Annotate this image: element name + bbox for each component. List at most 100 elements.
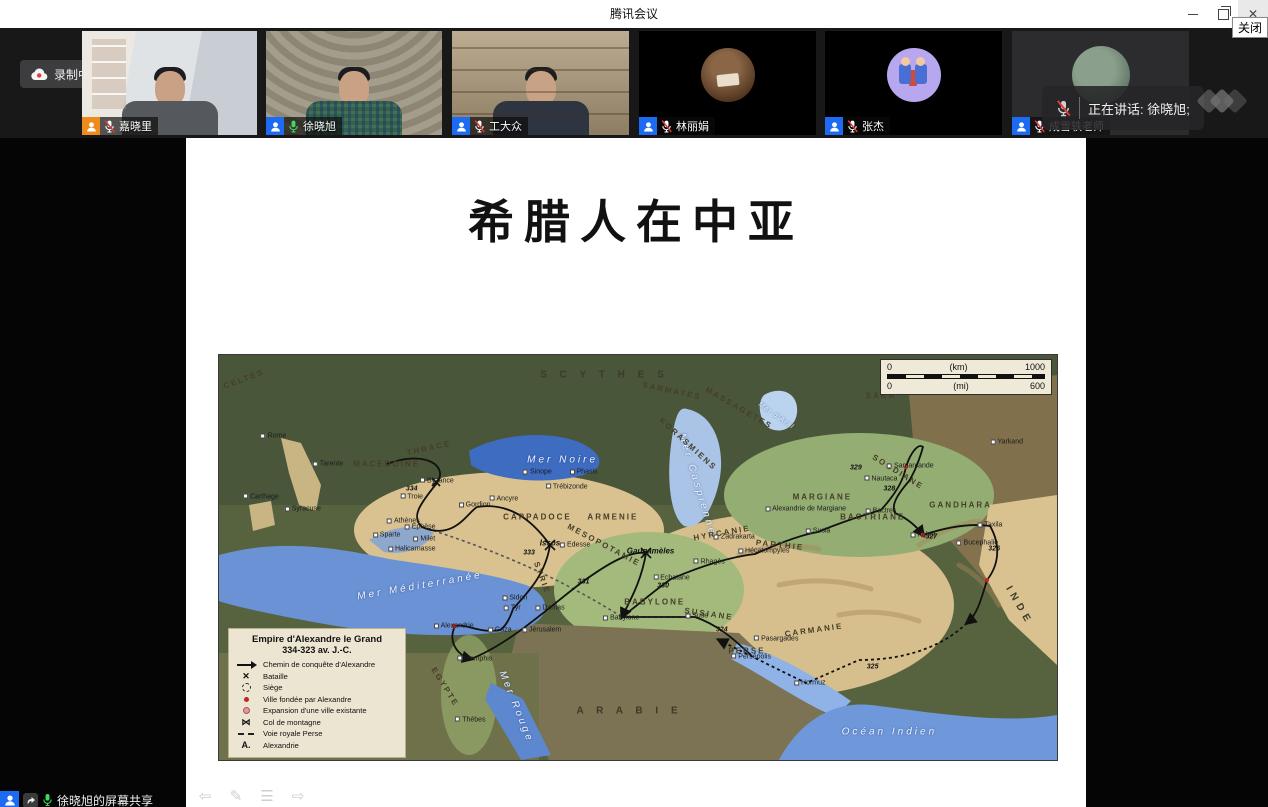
map-label: Samarcande bbox=[887, 463, 934, 470]
mic-muted-icon bbox=[104, 120, 115, 133]
map-label: Gaugamèles bbox=[627, 547, 675, 556]
close-tooltip: 关闭 bbox=[1232, 17, 1268, 38]
participant-name: 林丽娟 bbox=[676, 118, 709, 134]
window-title: 腾讯会议 bbox=[0, 0, 1268, 28]
avatar bbox=[701, 48, 755, 102]
map-label: CELTES bbox=[222, 368, 265, 391]
titlebar: 腾讯会议 ✕ 关闭 bbox=[0, 0, 1268, 29]
participant-role-icon bbox=[266, 117, 284, 135]
legend-item: Chemin de conquête d'Alexandre bbox=[235, 659, 399, 671]
screen-share-label: 徐晓旭的屏幕共享 bbox=[57, 792, 153, 807]
map-label: Taxila bbox=[978, 522, 1003, 529]
minimize-button[interactable] bbox=[1178, 0, 1208, 28]
pen-icon[interactable]: ✎ bbox=[227, 787, 245, 805]
speaking-toast: 正在讲话: 徐晓旭; bbox=[1042, 86, 1204, 130]
map-scale: 0 (km) 1000 0 (mi) 600 bbox=[880, 359, 1052, 395]
map-label: MARGIANE bbox=[793, 492, 853, 501]
scale-km-end: 1000 bbox=[1025, 362, 1045, 372]
restore-icon bbox=[1218, 9, 1229, 20]
map-label: Troie bbox=[400, 493, 423, 500]
participant-tile-1[interactable]: 嘉晓里 bbox=[82, 31, 257, 135]
map-label: ARMENIE bbox=[587, 513, 638, 522]
map-label: A R A B I E bbox=[577, 706, 683, 717]
menu-icon[interactable]: ☰ bbox=[258, 787, 276, 805]
map-label: Damas bbox=[535, 605, 564, 612]
map-label: Mer Noire bbox=[527, 455, 598, 466]
map-label: Babylone bbox=[603, 615, 639, 622]
slide-title: 希腊人在中亚 bbox=[186, 186, 1086, 252]
participant-role-icon bbox=[82, 117, 100, 135]
map-label: Sinope bbox=[523, 469, 552, 476]
map-label: Alexandrie de Margiane bbox=[765, 505, 846, 512]
map-label: Hécatompyles bbox=[738, 548, 789, 555]
participant-tile-5[interactable]: 张杰 bbox=[825, 31, 1002, 135]
map-label: Persépolis bbox=[731, 653, 771, 660]
map-label: 325 bbox=[867, 663, 879, 670]
map-label: Yarkand bbox=[990, 439, 1023, 446]
map-label: Tarente bbox=[313, 461, 343, 468]
map-label: Susia bbox=[806, 528, 831, 535]
map-label: Alexandrie bbox=[434, 623, 474, 630]
map-label: 331 bbox=[578, 578, 590, 585]
participant-name: 工大众 bbox=[489, 118, 522, 134]
screen-share-bar[interactable]: 徐晓旭的屏幕共享 bbox=[0, 789, 153, 807]
map-label: Ecbatane bbox=[653, 574, 690, 581]
map-label: Suse bbox=[685, 613, 708, 620]
map-label: Océan Indien bbox=[842, 726, 938, 737]
map-label: Syracuse bbox=[285, 505, 321, 512]
map-label: 326 bbox=[988, 546, 1000, 553]
participant-tile-4[interactable]: 林丽娟 bbox=[639, 31, 816, 135]
map-label: Ephèse bbox=[405, 524, 436, 531]
map-label: Pasargades bbox=[754, 635, 798, 642]
participant-tile-3[interactable]: 工大众 bbox=[452, 31, 629, 135]
map-label: Mer Rouge bbox=[497, 670, 536, 745]
legend-item: ✕Bataille bbox=[235, 671, 399, 683]
legend-items: Chemin de conquête d'Alexandre✕BatailleS… bbox=[235, 659, 399, 751]
forward-arrow-icon[interactable]: ⇨ bbox=[289, 787, 307, 805]
legend-item: Siège bbox=[235, 682, 399, 694]
participant-namebar: 徐晓旭 bbox=[266, 117, 342, 135]
map-label: SOGDIANE bbox=[871, 453, 926, 492]
mic-muted-icon bbox=[661, 120, 672, 133]
map-legend: Empire d'Alexandre le Grand 334-323 av. … bbox=[228, 628, 406, 758]
participant-name: 嘉晓里 bbox=[119, 118, 152, 134]
map-label: Gaza bbox=[488, 627, 512, 634]
map-label: Milet bbox=[413, 536, 435, 543]
shared-screen-area: 希腊人在中亚 bbox=[0, 138, 1268, 807]
mic-muted-icon bbox=[1056, 100, 1071, 117]
alexander-empire-map: Mer MéditerranéeMer NoireMer CaspienneMe… bbox=[219, 355, 1057, 760]
map-label: Halicarnasse bbox=[388, 546, 435, 553]
map-label: 327 bbox=[925, 534, 937, 541]
map-label: Hormuz bbox=[794, 680, 826, 687]
map-label: Phasis bbox=[570, 469, 598, 476]
map-label: 329 bbox=[850, 465, 862, 472]
legend-item: Ville fondée par Alexandre bbox=[235, 694, 399, 706]
map-label: Issos bbox=[540, 539, 560, 548]
map-label: 328 bbox=[884, 485, 896, 492]
map-label: Bactres bbox=[866, 507, 897, 514]
recording-cloud-icon bbox=[30, 68, 48, 81]
back-arrow-icon[interactable]: ⇦ bbox=[196, 787, 214, 805]
share-arrow-icon bbox=[23, 793, 38, 807]
map-label: SARMATES bbox=[641, 381, 702, 402]
map-label: INDE bbox=[1004, 584, 1035, 628]
mic-muted-icon bbox=[474, 120, 485, 133]
map-label: 324 bbox=[716, 627, 728, 634]
map-label: BABYLONE bbox=[624, 598, 685, 607]
participant-tile-2[interactable]: 徐晓旭 bbox=[266, 31, 442, 135]
participant-name: 徐晓旭 bbox=[303, 118, 336, 134]
participant-namebar: 嘉晓里 bbox=[82, 117, 158, 135]
map-label: Sparte bbox=[373, 532, 401, 539]
mic-on-icon bbox=[42, 793, 53, 807]
scale-km-start: 0 bbox=[887, 362, 892, 372]
map-label: S C Y T H E S bbox=[540, 370, 669, 381]
map-label: Trébizonde bbox=[546, 483, 588, 490]
video-strip: 录制中 嘉晓里 bbox=[0, 28, 1268, 138]
participant-role-icon bbox=[825, 117, 843, 135]
map-label: Nautaca bbox=[864, 475, 897, 482]
mic-muted-icon bbox=[847, 120, 858, 133]
map-label: MACEDOINE bbox=[353, 460, 420, 469]
scale-mi-start: 0 bbox=[887, 381, 892, 391]
map-label: Gordion bbox=[459, 501, 491, 508]
legend-subtitle: 334-323 av. J.-C. bbox=[235, 645, 399, 655]
